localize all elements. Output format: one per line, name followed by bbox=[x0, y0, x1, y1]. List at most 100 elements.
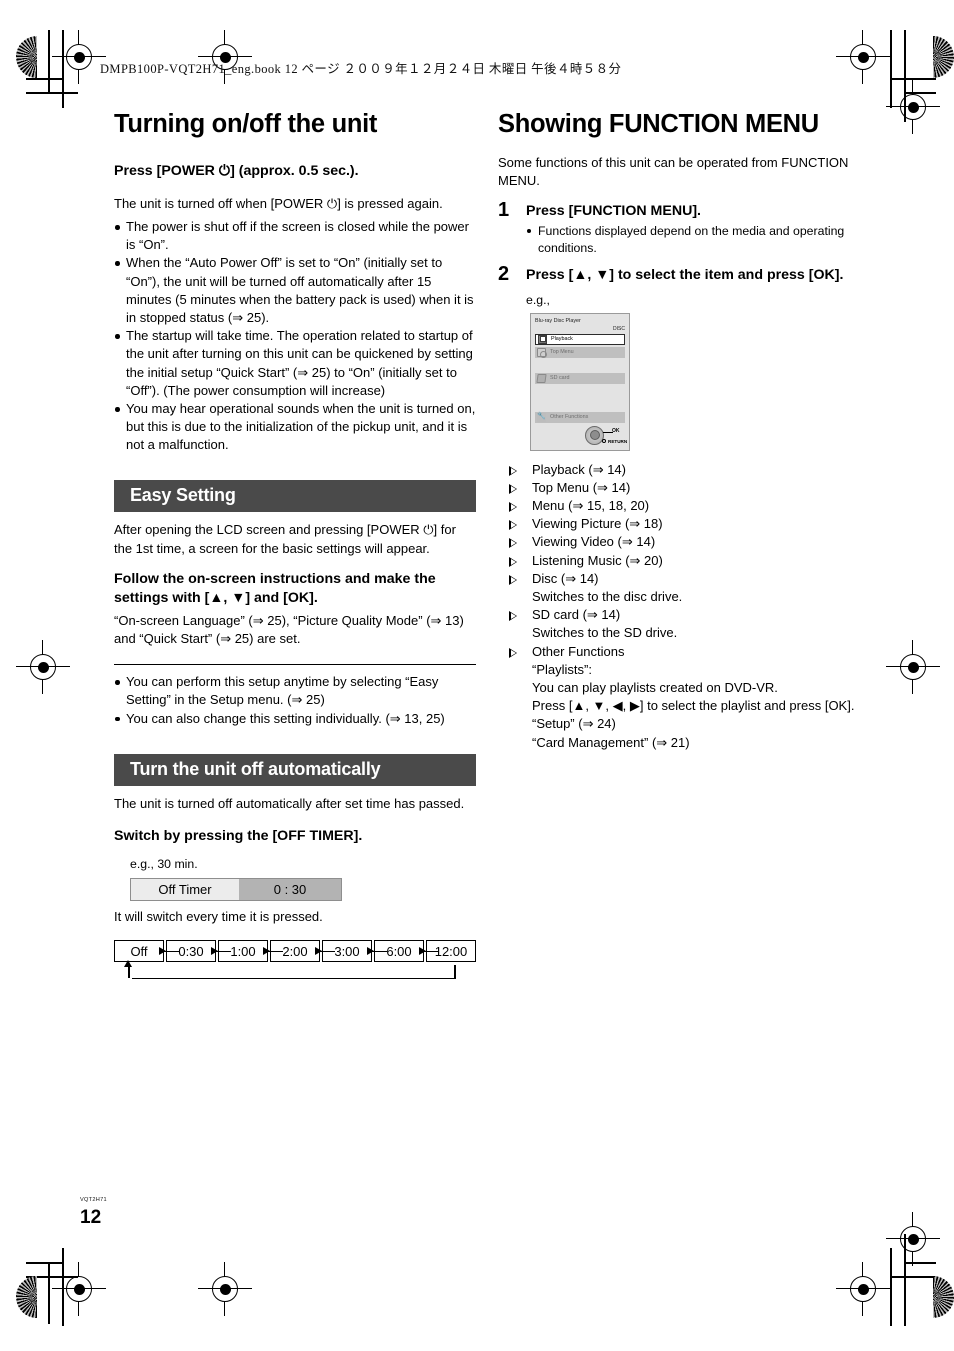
page-number: 12 bbox=[80, 1207, 102, 1228]
off-timer-display: Off Timer 0 : 30 bbox=[130, 878, 342, 902]
crop-line bbox=[48, 30, 50, 92]
off-timer-label: Off Timer bbox=[131, 879, 239, 901]
menu-row-spacer bbox=[535, 399, 625, 410]
banner-easy-setting: Easy Setting bbox=[114, 480, 476, 513]
paragraph-function-menu-intro: Some functions of this unit can be opera… bbox=[498, 154, 849, 189]
arrow-right-icon bbox=[159, 940, 179, 962]
step-title: Press [FUNCTION MENU]. bbox=[526, 203, 701, 220]
top-menu-icon bbox=[537, 347, 548, 358]
menu-row-label: Playback bbox=[551, 336, 573, 343]
paragraph-auto-off-intro: The unit is turned off automatically aft… bbox=[114, 795, 465, 811]
list-item-description: “Playlists”: bbox=[532, 661, 592, 677]
arrow-right-icon bbox=[367, 940, 387, 962]
crop-line bbox=[904, 1234, 906, 1326]
dpad-ok-label: OK bbox=[612, 427, 620, 434]
footer-document-code: VQT2H71 bbox=[80, 1197, 107, 1203]
menu-row-spacer bbox=[535, 360, 625, 371]
list-item: Functions displayed depend on the media … bbox=[526, 223, 870, 256]
arrow-right-icon bbox=[315, 940, 335, 962]
paragraph-power-intro: The unit is turned off when [POWER ⏻] is… bbox=[114, 195, 443, 211]
color-bar-disc-bottom-left bbox=[16, 1276, 37, 1318]
crop-line bbox=[26, 1262, 64, 1264]
off-timer-cycle-diagram: Off 0:30 1:00 2:00 3:00 6:00 12:00 bbox=[114, 940, 476, 986]
crop-line bbox=[48, 1262, 50, 1324]
dpad-return-label: RETURN bbox=[608, 438, 628, 444]
printed-page: DMPB100P-VQT2H71_eng.book 12 ページ ２００９年１２… bbox=[0, 0, 954, 1351]
list-item: You can perform this setup anytime by se… bbox=[114, 673, 476, 709]
right-column: Showing FUNCTION MENU Some functions of … bbox=[498, 110, 870, 752]
crop-line bbox=[890, 30, 892, 108]
list-item-playback: Playback (⇒ 14) bbox=[498, 461, 870, 479]
step-1-notes: Functions displayed depend on the media … bbox=[526, 223, 870, 256]
menu-row-label: Other Functions bbox=[550, 414, 589, 421]
registration-mark-top-left bbox=[52, 30, 106, 84]
crop-line bbox=[26, 92, 78, 94]
arrow-right-icon bbox=[211, 940, 231, 962]
list-item-top-menu: Top Menu (⇒ 14) bbox=[498, 479, 870, 497]
other-functions-icon bbox=[537, 412, 546, 422]
crop-line bbox=[904, 92, 936, 94]
list-item-viewing-picture: Viewing Picture (⇒ 18) bbox=[498, 515, 870, 533]
crop-line bbox=[890, 1248, 892, 1326]
list-item: When the “Auto Power Off” is set to “On”… bbox=[114, 254, 476, 327]
easy-setting-notes-list: You can perform this setup anytime by se… bbox=[114, 673, 476, 728]
page-title-turning-on-off: Turning on/off the unit bbox=[114, 110, 378, 138]
return-button-icon bbox=[602, 439, 606, 444]
registration-mark-mid-right bbox=[886, 640, 940, 694]
dpad-legend: OK RETURN bbox=[583, 425, 628, 447]
label-eg: e.g., bbox=[526, 293, 550, 308]
registration-mark-bottom-right-inner bbox=[886, 1212, 940, 1266]
crop-line bbox=[890, 78, 936, 80]
book-file-header: DMPB100P-VQT2H71_eng.book 12 ページ ２００９年１２… bbox=[100, 62, 622, 76]
paragraph-easy-setting-intro: After opening the LCD screen and pressin… bbox=[114, 522, 456, 556]
crop-line bbox=[890, 1276, 936, 1278]
registration-mark-mid-left bbox=[16, 640, 70, 694]
list-item-other-functions: Other Functions bbox=[498, 643, 870, 661]
left-column: Turning on/off the unit Press [POWER ⏻] … bbox=[114, 110, 476, 986]
step-title: Press [▲, ▼] to select the item and pres… bbox=[526, 267, 844, 284]
sd-card-icon bbox=[536, 373, 547, 383]
list-item: You can also change this setting individ… bbox=[114, 710, 476, 728]
dpad-center-icon bbox=[589, 430, 600, 441]
list-item-sd-card: SD card (⇒ 14) bbox=[498, 606, 870, 624]
function-menu-screen-mockup: Blu-ray Disc Player DISC Playback Top Me… bbox=[530, 313, 630, 451]
registration-mark-bottom-left-inner bbox=[198, 1262, 252, 1316]
menu-row-other-functions[interactable]: Other Functions bbox=[535, 411, 625, 423]
off-timer-value: 0 : 30 bbox=[239, 879, 341, 901]
list-item-description: Press [▲, ▼, ◀, ▶] to select the playlis… bbox=[532, 698, 855, 714]
list-item: You may hear operational sounds when the… bbox=[114, 400, 476, 455]
label-eg-30-min: e.g., 30 min. bbox=[130, 857, 198, 872]
playback-icon bbox=[538, 334, 547, 344]
menu-row-top-menu[interactable]: Top Menu bbox=[535, 346, 625, 358]
step-number: 2 bbox=[498, 263, 510, 286]
screen-title: Blu-ray Disc Player bbox=[535, 318, 581, 325]
menu-row-label: Top Menu bbox=[550, 349, 574, 356]
loop-back-arrow-icon bbox=[124, 960, 132, 979]
heading-switch-off-timer: Switch by pressing the [OFF TIMER]. bbox=[114, 828, 363, 845]
paragraph-easy-setting-note: “On-screen Language” (⇒ 25), “Picture Qu… bbox=[114, 612, 464, 647]
list-item-description: Switches to the disc drive. bbox=[532, 589, 683, 604]
crop-line bbox=[26, 78, 64, 80]
menu-row-playback[interactable]: Playback bbox=[535, 333, 625, 345]
arrow-right-icon bbox=[263, 940, 283, 962]
arrow-right-icon bbox=[419, 940, 439, 962]
banner-turn-unit-off-automatically: Turn the unit off automatically bbox=[114, 753, 476, 786]
crop-line bbox=[62, 1248, 64, 1326]
list-item-description: “Setup” (⇒ 24) bbox=[532, 716, 616, 732]
list-item: The power is shut off if the screen is c… bbox=[114, 218, 476, 254]
step-2: 2 Press [▲, ▼] to select the item and pr… bbox=[498, 263, 870, 286]
divider bbox=[114, 664, 476, 666]
loop-back-line bbox=[132, 977, 456, 980]
registration-mark-top-right-inner bbox=[886, 80, 940, 134]
paragraph-switch-note: It will switch every time it is pressed. bbox=[114, 909, 323, 925]
list-item: The startup will take time. The operatio… bbox=[114, 327, 476, 400]
color-bar-disc-top-left bbox=[16, 36, 37, 78]
crop-line bbox=[62, 30, 64, 108]
registration-mark-top-right bbox=[836, 30, 890, 84]
menu-row-label: SD card bbox=[550, 375, 570, 382]
registration-mark-bottom-right bbox=[836, 1262, 890, 1316]
page-title-showing-function-menu: Showing FUNCTION MENU bbox=[498, 110, 819, 138]
step-number: 1 bbox=[498, 199, 510, 222]
screen-disc-label: DISC bbox=[613, 325, 625, 332]
menu-row-sd-card[interactable]: SD card bbox=[535, 372, 625, 384]
